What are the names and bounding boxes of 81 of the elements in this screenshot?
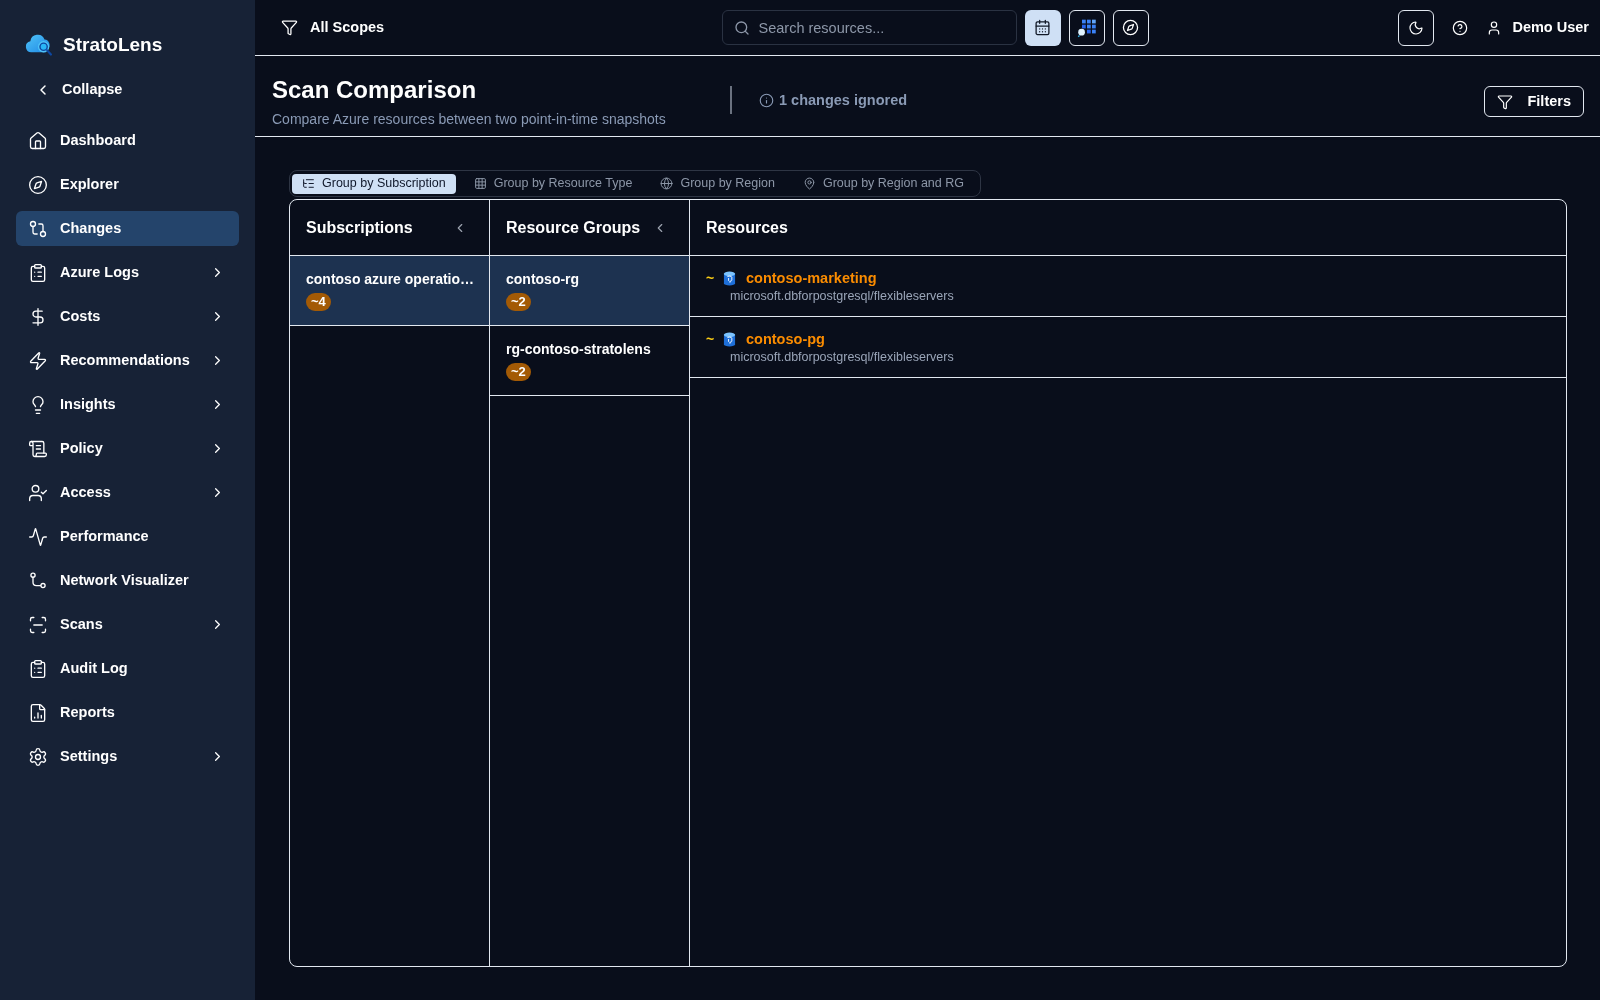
nav-item[interactable]: Audit Log <box>16 651 239 686</box>
nav-item[interactable]: Policy <box>16 431 239 466</box>
grid-icon <box>473 177 487 190</box>
compass-icon <box>28 174 48 195</box>
column-title: Subscriptions <box>306 217 413 238</box>
info-icon <box>759 92 774 108</box>
grouping-tab[interactable]: Group by Subscription <box>292 173 456 194</box>
item-name: contoso azure operatio… <box>306 270 475 289</box>
scope-filter-button[interactable]: All Scopes <box>281 16 385 39</box>
resource-row[interactable]: ~ contoso-marketing microsoft.dbforpostgresql/flexibleservers <box>690 256 1566 317</box>
help-icon <box>1452 19 1469 36</box>
page-subtitle: Compare Azure resources between two point-in-time snapshots <box>272 110 667 129</box>
grid-dot-icon <box>1076 17 1097 38</box>
column-title: Resources <box>706 217 788 238</box>
list-tree-icon <box>302 177 315 190</box>
nav-item[interactable]: Performance <box>16 519 239 554</box>
map-pin-icon <box>802 177 816 190</box>
item-name: contoso-rg <box>506 270 580 289</box>
nav-item[interactable]: Dashboard <box>16 123 239 158</box>
modified-marker: ~ <box>706 269 716 288</box>
nav-item[interactable]: Azure Logs <box>16 255 239 290</box>
gear-icon <box>28 746 48 767</box>
cloud-magnifier-icon <box>24 32 55 56</box>
node-link-icon <box>28 570 48 591</box>
moon-icon <box>1408 19 1425 36</box>
file-chart-icon <box>28 702 48 723</box>
resource-row[interactable]: ~ contoso-pg microsoft.dbforpostgresql/flexibleservers <box>690 317 1566 378</box>
scroll-icon <box>28 438 48 459</box>
ignored-changes-note: 1 changes ignored <box>779 91 908 110</box>
nav-item[interactable]: Costs <box>16 299 239 334</box>
pulse-icon <box>28 526 48 547</box>
house-icon <box>28 130 48 151</box>
funnel-icon <box>1497 93 1514 110</box>
nav-item[interactable]: Scans <box>16 607 239 642</box>
nav-item[interactable]: Insights <box>16 387 239 422</box>
user-menu-button[interactable]: Demo User <box>1486 9 1589 46</box>
calendar-icon <box>1034 19 1051 36</box>
count-badge: ~2 <box>506 293 531 311</box>
git-compare-icon <box>28 218 48 239</box>
count-badge: ~4 <box>306 293 331 311</box>
lightning-icon <box>28 350 48 371</box>
nav-item[interactable]: Reports <box>16 695 239 730</box>
resource-type: microsoft.dbforpostgresql/flexibleservers <box>730 288 955 304</box>
collapse-button[interactable]: Collapse <box>32 75 127 105</box>
modified-marker: ~ <box>706 330 716 349</box>
database-icon <box>723 331 736 347</box>
resource-type: microsoft.dbforpostgresql/flexibleservers <box>730 349 955 365</box>
nav-item[interactable]: Settings <box>16 739 239 774</box>
scan-icon <box>28 614 48 635</box>
list-item[interactable]: rg-contoso-stratolens ~2 <box>490 326 689 396</box>
count-badge: ~2 <box>506 363 531 381</box>
brand-name: StratoLens <box>63 34 163 54</box>
compass-icon <box>1122 19 1139 36</box>
user-check-icon <box>28 482 48 503</box>
clipboard-list-icon <box>28 262 48 283</box>
search-icon <box>733 19 750 36</box>
clipboard-list-icon <box>28 658 48 679</box>
item-name: rg-contoso-stratolens <box>506 340 651 359</box>
theme-toggle-button[interactable] <box>1398 9 1435 46</box>
resource-name: contoso-marketing <box>746 269 877 288</box>
nav-item[interactable]: Changes <box>16 211 239 246</box>
grouping-tab[interactable]: Group by Resource Type <box>463 173 643 194</box>
column-title: Resource Groups <box>506 217 641 238</box>
grouping-tab[interactable]: Group by Region <box>650 173 785 194</box>
compass-button[interactable] <box>1112 9 1149 46</box>
funnel-icon <box>281 19 298 36</box>
resource-name: contoso-pg <box>746 330 825 349</box>
nav-item[interactable]: Recommendations <box>16 343 239 378</box>
page-title: Scan Comparison <box>272 75 478 105</box>
list-item[interactable]: contoso azure operatio… ~4 <box>290 256 489 326</box>
calendar-button[interactable] <box>1024 9 1061 46</box>
globe-icon <box>660 177 674 190</box>
nav-item[interactable]: Explorer <box>16 167 239 202</box>
nav-item[interactable]: Access <box>16 475 239 510</box>
search-field[interactable]: Search resources... <box>721 10 1017 45</box>
database-icon <box>723 270 736 286</box>
nav-item[interactable]: Network Visualizer <box>16 563 239 598</box>
grid-button[interactable] <box>1068 9 1105 46</box>
list-item[interactable]: contoso-rg ~2 <box>490 256 689 326</box>
grouping-tab[interactable]: Group by Region and RG <box>792 173 974 194</box>
filters-button[interactable]: Filters <box>1484 86 1584 117</box>
